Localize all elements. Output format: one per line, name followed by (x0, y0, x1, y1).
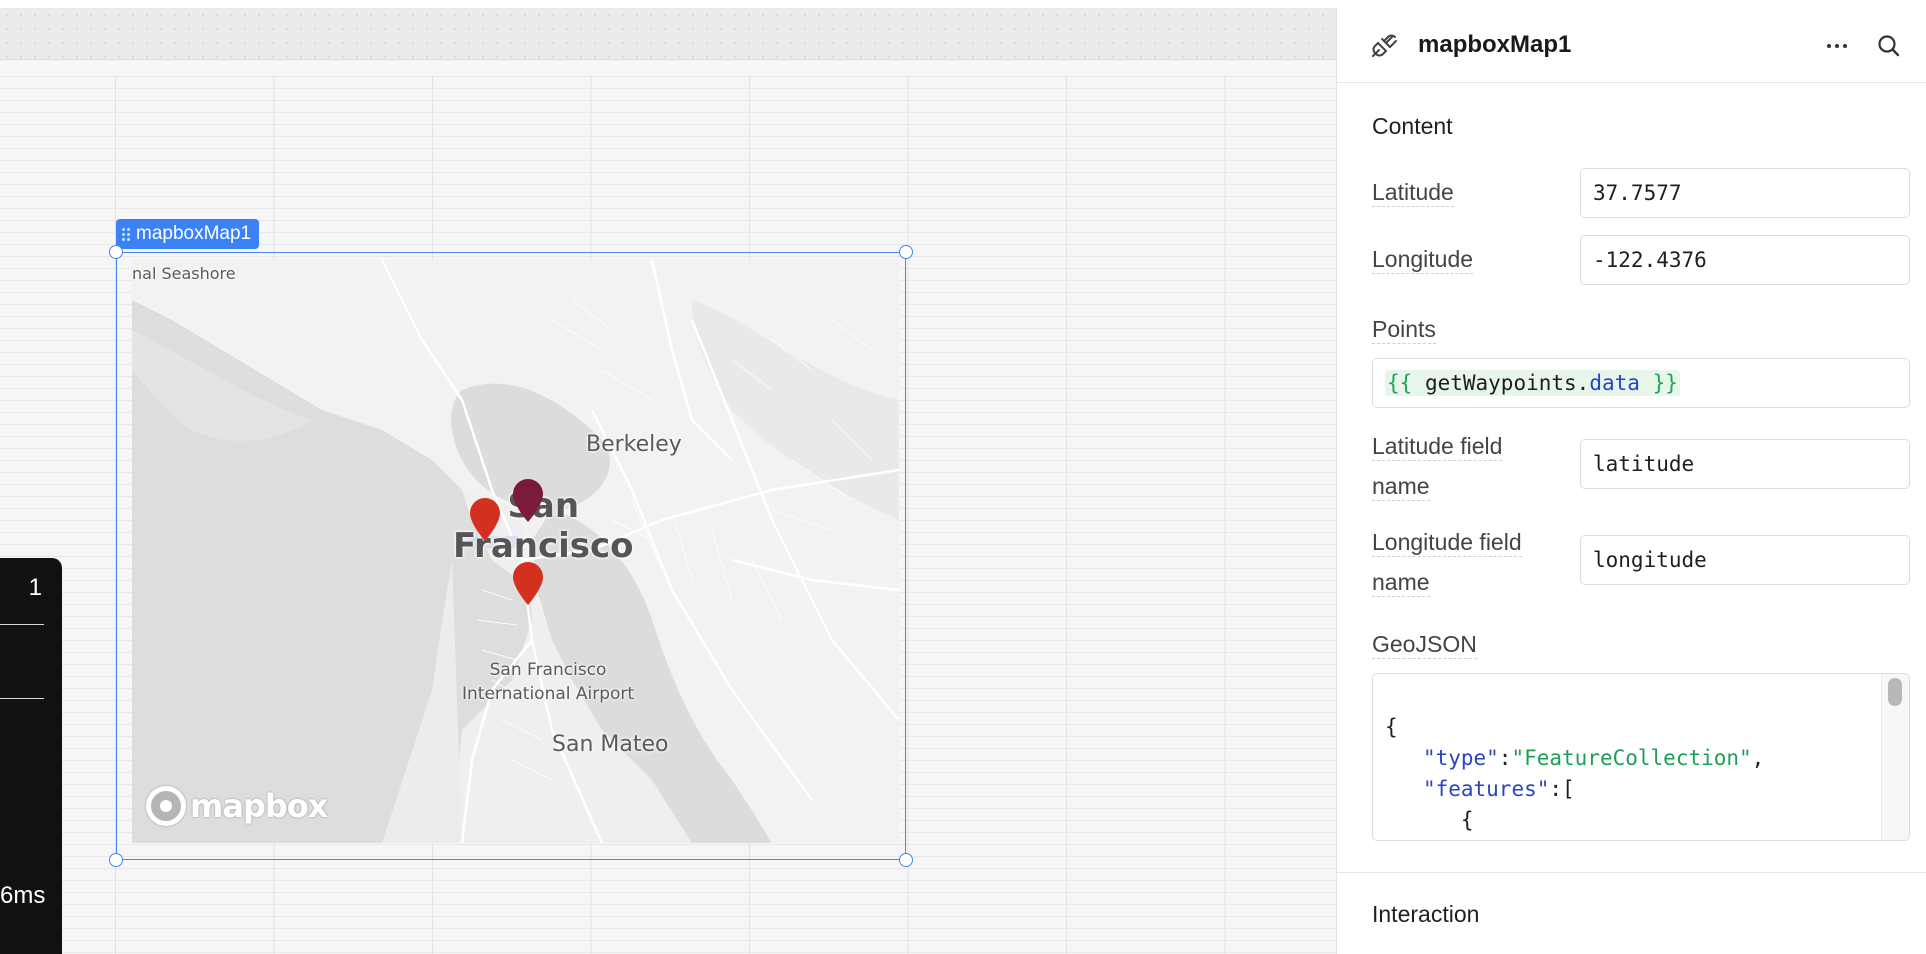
resize-handle-top-right[interactable] (899, 245, 913, 259)
template-open-brace: {{ (1387, 371, 1413, 395)
geojson-label-text: GeoJSON (1372, 631, 1477, 659)
points-label-text: Points (1372, 316, 1436, 344)
template-dot: . (1576, 371, 1590, 395)
points-input[interactable]: {{ getWaypoints.data }} (1372, 358, 1910, 408)
geojson-scrollbar[interactable] (1881, 674, 1909, 840)
canvas-header-strip (0, 8, 1336, 60)
template-object: getWaypoints (1424, 371, 1577, 395)
geojson-line-2: "type":"FeatureCollection", (1422, 746, 1765, 770)
latitude-label: Latitude (1372, 172, 1454, 212)
latitude-input[interactable]: 37.7577 (1580, 168, 1910, 218)
longitude-label: Longitude (1372, 239, 1474, 279)
template-property: data (1589, 371, 1640, 395)
latitude-field-label: Latitude field name (1372, 426, 1503, 506)
resize-handle-top-left[interactable] (109, 245, 123, 259)
longitude-label-text: Longitude (1372, 246, 1474, 274)
debug-count: 1 (28, 574, 42, 601)
debug-divider-2 (0, 698, 44, 699)
search-icon[interactable] (1875, 32, 1903, 60)
drag-handle-icon[interactable] (122, 227, 130, 241)
section-interaction-title[interactable]: Interaction (1372, 901, 1479, 928)
longitude-input[interactable]: -122.4376 (1580, 235, 1910, 285)
longitude-field-input[interactable]: longitude (1580, 535, 1910, 585)
geojson-line-5: "type":"Feature", (1385, 836, 1897, 840)
inspector-title[interactable]: mapboxMap1 (1418, 31, 1571, 59)
component-name-tag[interactable]: mapboxMap1 (116, 219, 260, 249)
resize-handle-bottom-right[interactable] (899, 853, 913, 867)
plug-icon (1372, 34, 1397, 57)
geojson-line-1: { (1385, 715, 1398, 739)
latitude-field-label-line2: name (1372, 473, 1430, 501)
app-root: mapboxMap1 nal Seashore Berkeley San Fra… (0, 0, 1926, 954)
latitude-field-input[interactable]: latitude (1580, 439, 1910, 489)
geojson-scroll-thumb[interactable] (1888, 678, 1902, 706)
template-close-brace: }} (1652, 371, 1678, 395)
latitude-field-label-line1: Latitude field (1372, 433, 1503, 461)
section-divider (1337, 872, 1926, 873)
points-label: Points (1372, 309, 1436, 349)
resize-handle-bottom-left[interactable] (109, 853, 123, 867)
longitude-field-label: Longitude field name (1372, 522, 1522, 602)
debug-timing: 6ms (0, 882, 46, 909)
latitude-label-text: Latitude (1372, 179, 1454, 207)
component-name-label: mapboxMap1 (136, 223, 252, 244)
points-template-expression: {{ getWaypoints.data }} (1385, 370, 1680, 396)
top-strip (0, 0, 1926, 8)
geojson-editor[interactable]: { "type":"FeatureCollection", "features"… (1372, 673, 1910, 841)
geojson-line-4: { (1385, 808, 1474, 832)
debug-divider-1 (0, 624, 44, 625)
section-content-title[interactable]: Content (1372, 113, 1453, 140)
debug-panel[interactable]: 1 6ms (0, 558, 62, 954)
inspector-panel: mapboxMap1 Content Latitude 37.7577 Long… (1336, 8, 1926, 954)
longitude-field-label-line2: name (1372, 569, 1430, 597)
selection-frame (116, 252, 906, 860)
longitude-field-label-line1: Longitude field (1372, 529, 1522, 557)
more-options-icon[interactable] (1823, 32, 1851, 60)
geojson-label: GeoJSON (1372, 624, 1477, 664)
geojson-line-3: "features":[ (1422, 777, 1575, 801)
inspector-header: mapboxMap1 (1337, 8, 1926, 83)
